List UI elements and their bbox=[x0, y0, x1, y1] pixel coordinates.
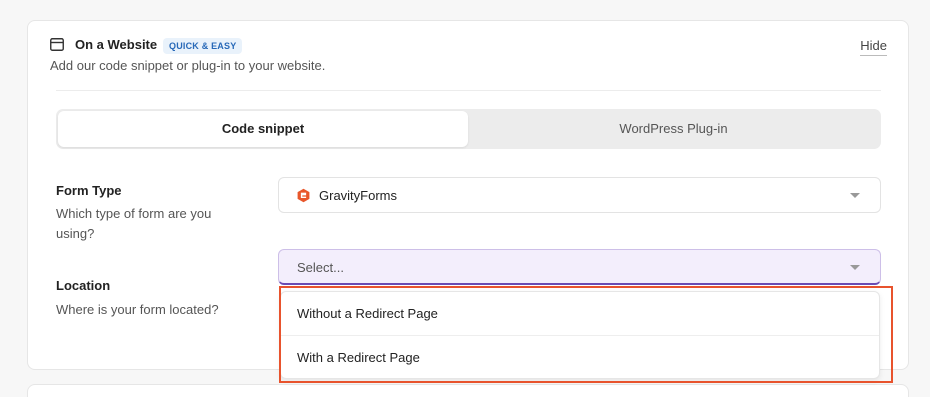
section-subtitle: Add our code snippet or plug-in to your … bbox=[50, 58, 326, 73]
chevron-down-icon bbox=[850, 193, 860, 198]
next-section-card bbox=[27, 384, 909, 397]
gravityforms-icon bbox=[297, 188, 310, 203]
form-type-label: Form Type bbox=[56, 183, 122, 198]
quick-easy-badge: QUICK & EASY bbox=[163, 38, 243, 54]
hide-button[interactable]: Hide bbox=[860, 38, 887, 56]
tab-wordpress-plugin[interactable]: WordPress Plug-in bbox=[468, 111, 879, 147]
install-method-tabs: Code snippet WordPress Plug-in bbox=[56, 109, 881, 149]
form-type-select[interactable]: GravityForms bbox=[278, 177, 881, 213]
option-without-redirect[interactable]: Without a Redirect Page bbox=[281, 292, 879, 335]
form-type-value: GravityForms bbox=[319, 188, 397, 203]
location-select[interactable]: Select... bbox=[278, 249, 881, 285]
tab-code-snippet[interactable]: Code snippet bbox=[58, 111, 468, 147]
location-dropdown-menu: Without a Redirect Page With a Redirect … bbox=[280, 291, 880, 379]
form-type-help: Which type of form are you using? bbox=[56, 206, 212, 241]
option-with-redirect[interactable]: With a Redirect Page bbox=[281, 335, 879, 378]
location-help: Where is your form located? bbox=[56, 302, 219, 317]
location-label: Location bbox=[56, 278, 111, 293]
section-title: On a Website bbox=[75, 37, 158, 52]
browser-window-icon bbox=[50, 38, 64, 51]
divider bbox=[56, 90, 881, 91]
chevron-down-icon bbox=[850, 265, 860, 270]
location-placeholder: Select... bbox=[297, 260, 344, 275]
